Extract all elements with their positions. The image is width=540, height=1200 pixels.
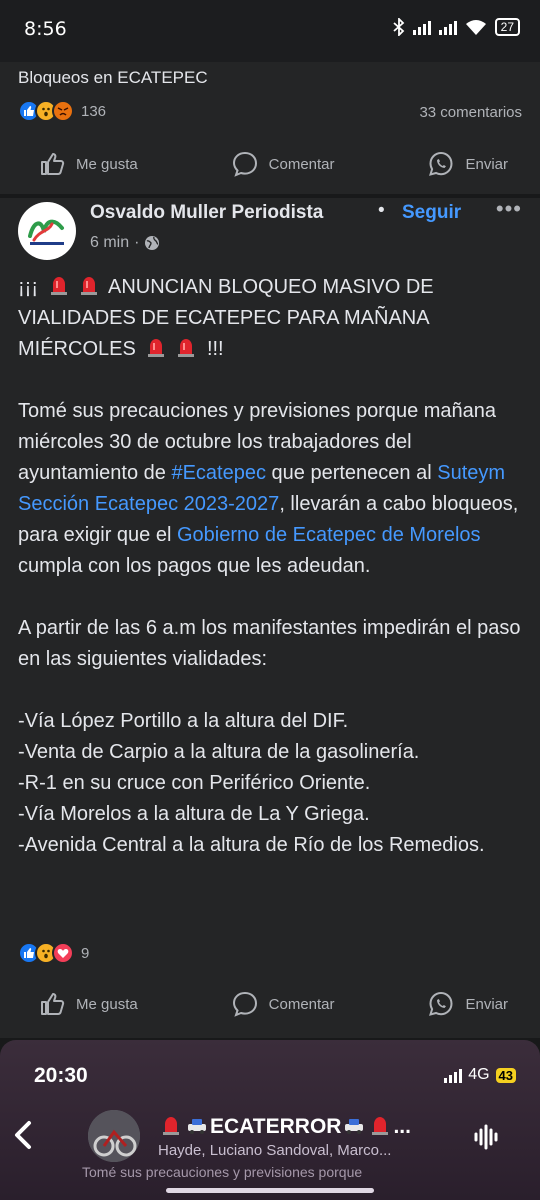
- chat-members: Hayde, Luciano Sandoval, Marco...: [158, 1142, 392, 1159]
- share-label: Enviar: [465, 995, 508, 1013]
- author-logo: [28, 219, 64, 245]
- follow-button[interactable]: Seguir: [402, 202, 461, 224]
- chat-title-text: ECATERROR: [210, 1115, 342, 1138]
- like-button[interactable]: Me gusta: [38, 150, 138, 178]
- chat-title-ellipsis: ...: [393, 1115, 411, 1138]
- message-peek-text: Tomé sus precauciones y previsiones porq…: [82, 1164, 363, 1180]
- main-post: Osvaldo Muller Periodista • Seguir ••• 6…: [0, 196, 540, 1038]
- group-photo: [88, 1110, 140, 1162]
- back-arrow-icon[interactable]: [12, 1120, 34, 1150]
- share-label: Enviar: [465, 155, 508, 173]
- chat-title[interactable]: ECATERROR...: [158, 1114, 411, 1139]
- police-car-icon: [345, 1119, 364, 1134]
- signal-icon-2: [438, 19, 457, 35]
- status-time: 8:56: [24, 18, 67, 40]
- network-type: 4G: [468, 1066, 490, 1083]
- meta-dot: ·: [134, 234, 140, 251]
- whatsapp-icon: [429, 151, 453, 176]
- nested-status-icons: 4G 43: [444, 1066, 516, 1084]
- post-paragraph-2: A partir de las 6 a.m los manifestantes …: [18, 617, 521, 670]
- post-time[interactable]: 6 min: [90, 234, 129, 252]
- post-paragraph-1: Tomé sus precauciones y previsiones porq…: [18, 396, 526, 582]
- headline-close: !!!: [206, 338, 224, 360]
- comment-icon: [232, 991, 257, 1017]
- share-button[interactable]: Enviar: [427, 990, 508, 1018]
- love-reaction-icon: [52, 942, 74, 964]
- siren-icon: [148, 339, 165, 357]
- headline-open: ¡¡¡: [18, 276, 38, 298]
- comment-label: Comentar: [268, 995, 335, 1013]
- author-name[interactable]: Osvaldo Muller Periodista: [90, 202, 323, 224]
- police-car-icon: [188, 1119, 206, 1134]
- previous-post-title: Bloqueos en ECATEPEC: [18, 68, 208, 87]
- like-label: Me gusta: [76, 995, 138, 1013]
- whatsapp-icon: [429, 991, 453, 1016]
- home-indicator[interactable]: [166, 1188, 374, 1193]
- previous-post-reactions[interactable]: 136: [18, 100, 106, 122]
- chat-preview-sheet: 20:30 4G 43 ECATERROR... Hayde, Luciano …: [0, 1040, 540, 1200]
- reaction-count: 136: [81, 102, 107, 120]
- road-item: -Vía López Portillo a la altura del DIF.: [18, 710, 349, 732]
- battery-badge: 43: [495, 1067, 516, 1083]
- like-icon: [41, 153, 65, 175]
- comment-icon: [232, 151, 257, 177]
- like-icon: [41, 993, 65, 1015]
- like-button[interactable]: Me gusta: [38, 990, 138, 1018]
- comment-button[interactable]: Comentar: [231, 990, 335, 1018]
- post-reactions[interactable]: 9: [18, 942, 89, 964]
- bluetooth-icon: [393, 18, 404, 36]
- siren-icon: [50, 277, 67, 295]
- siren-icon: [372, 1117, 389, 1135]
- post-body: ¡¡¡ ANUNCIAN BLOQUEO MASIVO DE VIALIDADE…: [18, 272, 526, 861]
- chat-avatar[interactable]: [88, 1110, 140, 1162]
- previous-post-actions: Me gusta Comentar Enviar: [0, 150, 540, 178]
- post-headline: ¡¡¡ ANUNCIAN BLOQUEO MASIVO DE VIALIDADE…: [18, 272, 526, 365]
- status-icons: 27: [393, 18, 520, 36]
- signal-icon: [444, 1067, 463, 1083]
- author-avatar[interactable]: [18, 202, 76, 260]
- wifi-icon: [465, 20, 486, 35]
- paragraph-text: cumpla con los pagos que les adeudan.: [18, 555, 371, 577]
- angry-reaction-icon: [52, 100, 74, 122]
- more-icon[interactable]: •••: [496, 196, 522, 222]
- post-actions: Me gusta Comentar Enviar: [0, 990, 540, 1018]
- share-button[interactable]: Enviar: [427, 150, 508, 178]
- page-link-gobierno[interactable]: Gobierno de Ecatepec de Morelos: [177, 524, 481, 546]
- road-item: -Vía Morelos a la altura de La Y Griega.: [18, 803, 370, 825]
- siren-icon: [178, 339, 195, 357]
- reaction-count: 9: [81, 944, 90, 962]
- nested-status-time: 20:30: [34, 1064, 88, 1087]
- like-label: Me gusta: [76, 155, 138, 173]
- comments-count[interactable]: 33 comentarios: [419, 104, 522, 121]
- name-separator: •: [378, 200, 385, 221]
- road-item: -Avenida Central a la altura de Río de l…: [18, 834, 485, 856]
- hashtag-link[interactable]: #Ecatepec: [171, 462, 266, 484]
- signal-icon: [412, 19, 431, 35]
- battery-icon: 27: [494, 18, 520, 36]
- voice-icon[interactable]: [472, 1122, 502, 1152]
- globe-icon: [145, 236, 160, 250]
- post-meta: 6 min ·: [90, 234, 160, 252]
- comment-label: Comentar: [268, 155, 335, 173]
- siren-icon: [163, 1117, 179, 1135]
- siren-icon: [80, 277, 97, 295]
- paragraph-text: que pertenecen al: [271, 462, 432, 484]
- road-item: -Venta de Carpio a la altura de la gasol…: [18, 741, 420, 763]
- status-bar: 8:56 27: [0, 0, 540, 62]
- comment-button[interactable]: Comentar: [231, 150, 335, 178]
- road-item: -R-1 en su cruce con Periférico Oriente.: [18, 772, 371, 794]
- road-list: -Vía López Portillo a la altura del DIF.…: [18, 706, 526, 861]
- previous-post: Bloqueos en ECATEPEC 136 33 comentarios …: [0, 62, 540, 194]
